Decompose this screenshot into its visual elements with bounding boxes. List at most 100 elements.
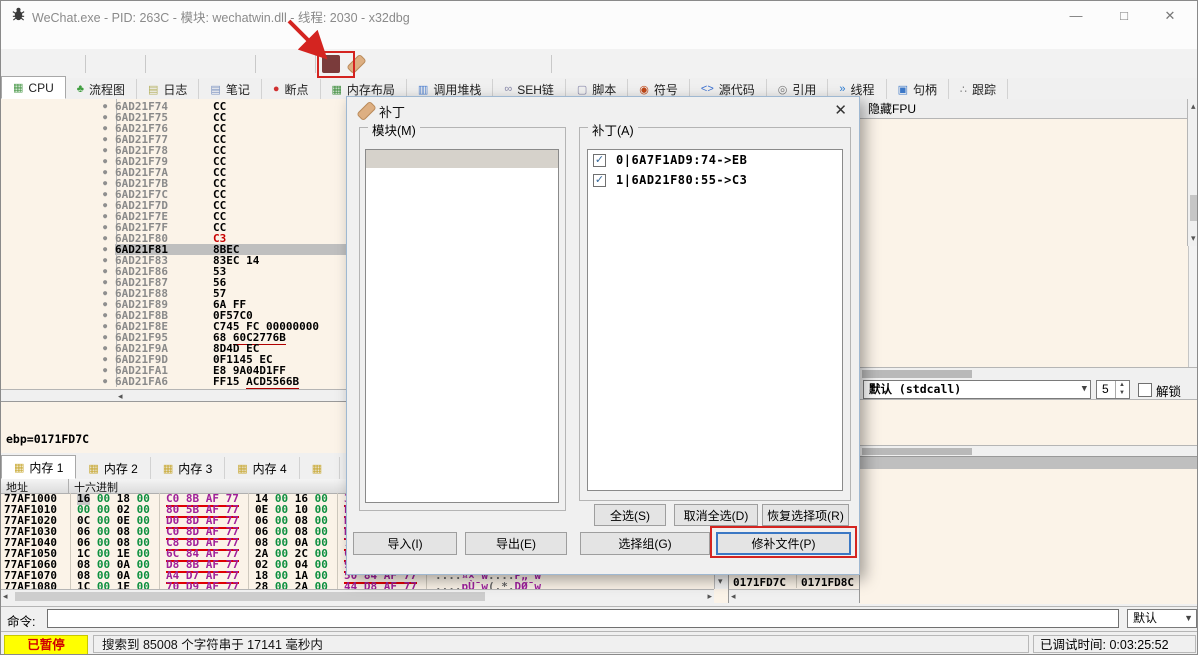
- dump-tab-5[interactable]: ▦: [300, 457, 341, 479]
- arg-count-stepper[interactable]: 5 ▲ ▼: [1096, 380, 1130, 399]
- stack-comment-row[interactable]: [860, 505, 1197, 517]
- export-button[interactable]: 导出(E): [465, 532, 567, 555]
- tab-handles[interactable]: ▣ 句柄: [887, 79, 949, 99]
- breakpoint-dot-icon[interactable]: ●: [103, 299, 115, 310]
- pick-groups-button[interactable]: 选择组(G): [580, 532, 710, 555]
- breakpoint-dot-icon[interactable]: ●: [103, 167, 115, 178]
- step-out-icon[interactable]: [262, 53, 283, 74]
- comment-icon[interactable]: [373, 53, 394, 74]
- register-line[interactable]: [866, 345, 1188, 357]
- toolbar-separator[interactable]: [548, 53, 554, 74]
- open-file-icon[interactable]: [7, 53, 28, 74]
- patch-item-0[interactable]: ✓ 0|6A7F1AD9:74->EB: [588, 150, 842, 170]
- dump-tab-1[interactable]: ▦ 内存 1: [1, 455, 77, 479]
- restart-icon[interactable]: [32, 53, 53, 74]
- label-icon[interactable]: [398, 53, 419, 74]
- register-line[interactable]: [866, 258, 1188, 270]
- stack-comment-row[interactable]: [860, 469, 1197, 481]
- breakpoint-dot-icon[interactable]: ●: [103, 101, 115, 112]
- scroll-thumb[interactable]: [1190, 195, 1197, 221]
- toolbar-separator[interactable]: [82, 53, 88, 74]
- breakpoint-dot-icon[interactable]: ●: [103, 310, 115, 321]
- function-icon[interactable]: [448, 53, 469, 74]
- scroll-up-icon[interactable]: ▴: [1191, 100, 1196, 112]
- breakpoint-dot-icon[interactable]: ●: [103, 354, 115, 365]
- stack-comment-row[interactable]: [860, 517, 1197, 529]
- import-button[interactable]: 导入(I): [353, 532, 457, 555]
- call-args-box[interactable]: [860, 399, 1197, 445]
- breakpoint-dot-icon[interactable]: ●: [103, 200, 115, 211]
- stack-comment-row[interactable]: [860, 457, 1197, 469]
- run-to-cursor-icon[interactable]: [202, 53, 223, 74]
- command-input[interactable]: [47, 609, 1119, 628]
- register-line[interactable]: [866, 134, 1188, 146]
- dump-tab-4[interactable]: ▦ 内存 4: [225, 457, 300, 479]
- toolbar-separator[interactable]: [252, 53, 258, 74]
- breakpoint-dot-icon[interactable]: ●: [103, 123, 115, 134]
- preferences-az-icon[interactable]: [498, 53, 519, 74]
- minimize-button[interactable]: —: [1059, 1, 1093, 31]
- stop-icon[interactable]: [57, 53, 78, 74]
- patch-checkbox[interactable]: ✓: [593, 173, 606, 187]
- stack-comments-pane[interactable]: [860, 456, 1197, 604]
- calculator-icon[interactable]: [558, 53, 579, 74]
- register-line[interactable]: [866, 271, 1188, 283]
- registers-hscrollbar[interactable]: [860, 367, 1197, 380]
- modules-list[interactable]: [365, 149, 559, 503]
- dump-tab-3[interactable]: ▦ 内存 3: [151, 457, 226, 479]
- stack-row[interactable]: 0171FD7C 0171FD8C: [729, 576, 859, 588]
- breakpoint-dot-icon[interactable]: ●: [103, 321, 115, 332]
- call-arg-line[interactable]: [864, 401, 1197, 412]
- register-line[interactable]: [866, 333, 1188, 345]
- globe-icon[interactable]: [583, 53, 604, 74]
- register-line[interactable]: [866, 234, 1188, 246]
- register-line[interactable]: [866, 196, 1188, 208]
- breakpoint-dot-icon[interactable]: ●: [103, 332, 115, 343]
- stack-hscrollbar[interactable]: ◂: [729, 589, 860, 604]
- breakpoint-dot-icon[interactable]: ●: [103, 112, 115, 123]
- strings-icon[interactable]: [322, 54, 340, 73]
- close-button[interactable]: ✕: [1153, 1, 1187, 31]
- register-line[interactable]: [866, 283, 1188, 295]
- register-line[interactable]: [866, 357, 1188, 367]
- breakpoint-dot-icon[interactable]: ●: [103, 376, 115, 387]
- call-arg-line[interactable]: [864, 424, 1197, 435]
- breakpoint-dot-icon[interactable]: ●: [103, 145, 115, 156]
- register-line[interactable]: [866, 184, 1188, 196]
- register-line[interactable]: [866, 308, 1188, 320]
- dialog-close-icon[interactable]: ✕: [834, 101, 847, 119]
- pause-icon[interactable]: [117, 53, 138, 74]
- calling-convention-select[interactable]: 默认 (stdcall) ▼: [863, 380, 1091, 399]
- breakpoint-dot-icon[interactable]: ●: [103, 189, 115, 200]
- register-line[interactable]: [866, 320, 1188, 332]
- scroll-thumb[interactable]: [862, 448, 972, 455]
- deselect-all-button[interactable]: 取消全选(D): [674, 504, 758, 526]
- breakpoint-dot-icon[interactable]: ●: [103, 233, 115, 244]
- bookmark-icon[interactable]: [423, 53, 444, 74]
- register-line[interactable]: [866, 147, 1188, 159]
- comments-vscrollbar[interactable]: ▴ ▾: [1187, 99, 1197, 246]
- title-bar[interactable]: WeChat.exe - PID: 263C - 模块: wechatwin.d…: [1, 1, 1197, 31]
- tab-log[interactable]: ▤ 日志: [137, 79, 200, 99]
- patch-file-button[interactable]: 修补文件(P): [716, 532, 851, 555]
- toolbar-separator[interactable]: [312, 53, 318, 74]
- breakpoint-dot-icon[interactable]: ●: [103, 255, 115, 266]
- scroll-down-icon[interactable]: ▾: [718, 575, 723, 587]
- step-into-icon[interactable]: [152, 53, 173, 74]
- dump-row[interactable]: 77AF1080 1C 00 1E 00 70 D9 AF 77 28 00 2A 0…: [1, 580, 714, 589]
- tab-notes[interactable]: ▤ 笔记: [199, 79, 262, 99]
- stack-comment-row[interactable]: [860, 541, 1197, 553]
- breakpoint-dot-icon[interactable]: ●: [103, 266, 115, 277]
- tab-cpu[interactable]: ▦ CPU: [1, 76, 66, 99]
- stack-comment-row[interactable]: [860, 553, 1197, 565]
- stepper-arrows-icon[interactable]: ▲ ▼: [1115, 381, 1128, 398]
- breakpoint-dot-icon[interactable]: ●: [103, 211, 115, 222]
- stack-comment-row[interactable]: [860, 481, 1197, 493]
- command-profile-select[interactable]: 默认 ▼: [1127, 609, 1197, 628]
- unlock-checkbox[interactable]: [1138, 383, 1152, 397]
- stack-comment-row[interactable]: [860, 493, 1197, 505]
- register-line[interactable]: [866, 122, 1188, 134]
- breakpoint-dot-icon[interactable]: ●: [103, 277, 115, 288]
- toolbar-separator[interactable]: [142, 53, 148, 74]
- scroll-thumb[interactable]: [15, 592, 485, 601]
